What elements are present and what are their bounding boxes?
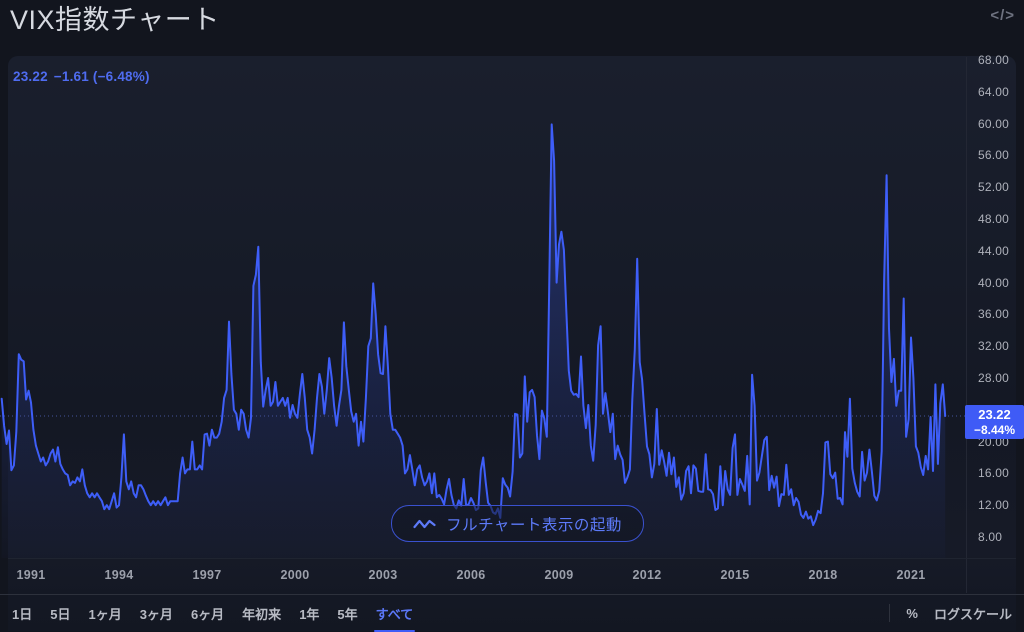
x-axis-tick: 1997 <box>192 568 221 582</box>
toolbar-divider <box>889 604 890 622</box>
embed-code-icon[interactable]: </> <box>990 6 1015 26</box>
x-axis-tick: 2003 <box>368 568 397 582</box>
chart-card <box>8 56 1016 631</box>
x-axis-tick: 2012 <box>632 568 661 582</box>
log-scale-button[interactable]: ログスケール <box>934 604 1012 623</box>
range-button[interactable]: 1日 <box>10 601 34 626</box>
range-button[interactable]: すべて <box>374 601 416 626</box>
x-axis[interactable]: 1991 1994 1997 2000 2003 2006 2009 2012 2015 2018… <box>8 558 1016 594</box>
y-axis-tick: 64.00 <box>978 84 1024 100</box>
x-axis-tick: 2021 <box>896 568 925 582</box>
y-axis-tick: 40.00 <box>978 275 1024 291</box>
legend-change: −1.61 (−6.48%) <box>54 69 150 84</box>
range-button[interactable]: 1ヶ月 <box>86 601 123 626</box>
y-axis-tick: 28.00 <box>978 370 1024 386</box>
x-axis-tick: 2015 <box>720 568 749 582</box>
launch-full-chart-button[interactable]: フルチャート表示の起動 <box>391 505 644 542</box>
y-axis-tick: 16.00 <box>978 465 1024 481</box>
page-title: VIX指数チャート <box>10 0 220 40</box>
badge-change-percent: −8.44% <box>965 423 1024 437</box>
y-axis-tick: 48.00 <box>978 211 1024 227</box>
chart-legend: 23.22 −1.61 (−6.48%) <box>13 69 156 84</box>
y-axis-tick: 60.00 <box>978 116 1024 132</box>
y-axis-separator <box>966 57 967 593</box>
y-axis-tick: 56.00 <box>978 147 1024 163</box>
x-axis-tick: 1991 <box>16 568 45 582</box>
badge-price: 23.22 <box>965 407 1024 423</box>
y-axis-tick: 44.00 <box>978 243 1024 259</box>
y-axis-tick: 36.00 <box>978 306 1024 322</box>
range-button[interactable]: 1年 <box>297 601 321 626</box>
x-axis-tick: 2006 <box>456 568 485 582</box>
x-axis-tick: 1994 <box>104 568 133 582</box>
legend-price: 23.22 <box>13 69 48 84</box>
x-axis-tick: 2018 <box>808 568 837 582</box>
launch-full-chart-label: フルチャート表示の起動 <box>446 513 622 535</box>
current-price-badge: 23.22 −8.44% <box>965 405 1024 439</box>
range-button[interactable]: 5日 <box>48 601 72 626</box>
y-axis-tick: 32.00 <box>978 338 1024 354</box>
percent-scale-button[interactable]: % <box>906 606 918 621</box>
x-axis-tick: 2009 <box>544 568 573 582</box>
range-button[interactable]: 年初来 <box>240 601 283 626</box>
x-axis-tick: 2000 <box>280 568 309 582</box>
y-axis-tick: 8.00 <box>978 529 1024 545</box>
range-toolbar: 1日 5日 1ヶ月 3ヶ月 6ヶ月年初来 1年 5年すべて % ログスケール <box>0 594 1024 631</box>
line-chart-zigzag-icon <box>413 518 436 530</box>
y-axis-tick: 12.00 <box>978 497 1024 513</box>
range-button[interactable]: 6ヶ月 <box>189 601 226 626</box>
y-axis-tick: 68.00 <box>978 52 1024 68</box>
y-axis-tick: 52.00 <box>978 179 1024 195</box>
range-button[interactable]: 3ヶ月 <box>138 601 175 626</box>
range-button[interactable]: 5年 <box>335 601 359 626</box>
